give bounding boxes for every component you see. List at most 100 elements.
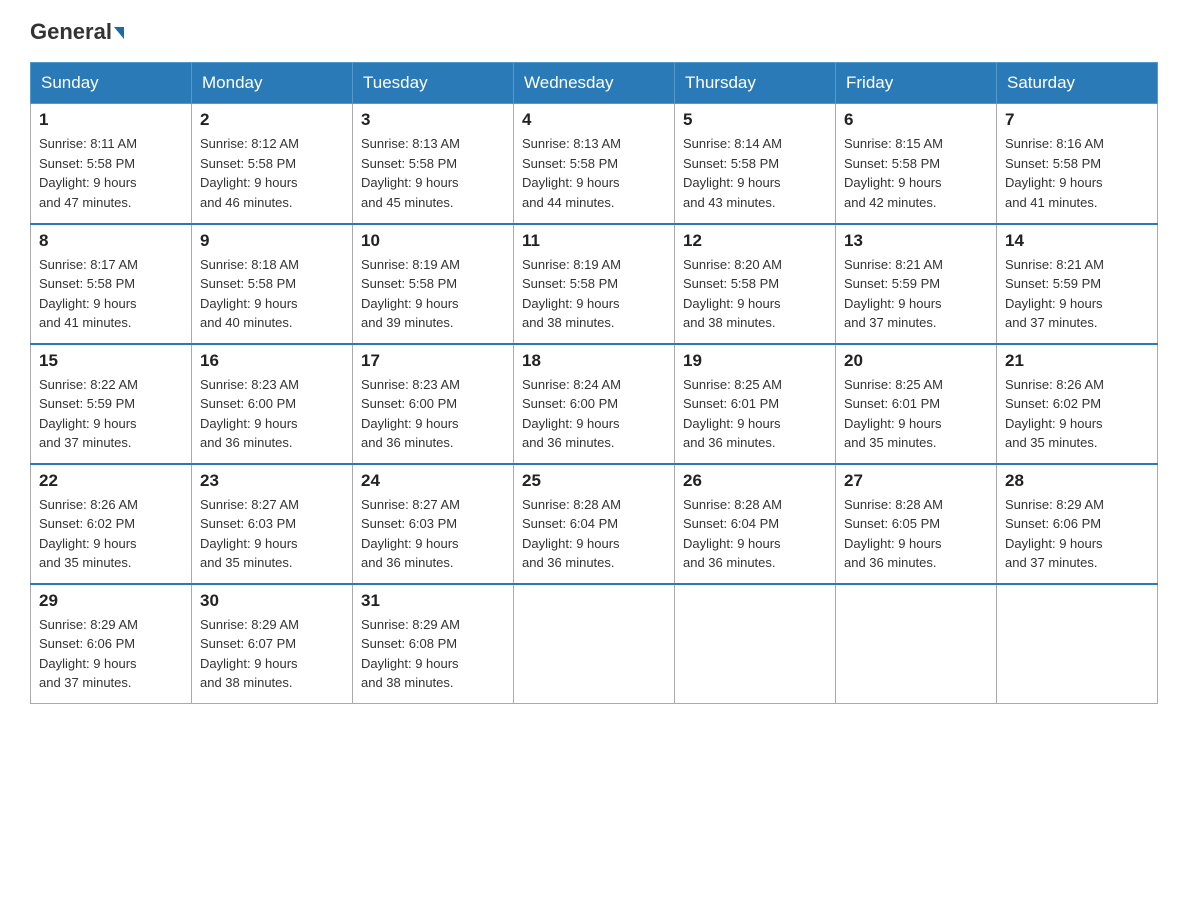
page-header: General	[30, 20, 1158, 44]
day-info: Sunrise: 8:23 AMSunset: 6:00 PMDaylight:…	[200, 375, 344, 453]
calendar-cell: 15 Sunrise: 8:22 AMSunset: 5:59 PMDaylig…	[31, 344, 192, 464]
day-info: Sunrise: 8:13 AMSunset: 5:58 PMDaylight:…	[361, 134, 505, 212]
calendar-header-wednesday: Wednesday	[514, 63, 675, 104]
day-number: 4	[522, 110, 666, 130]
calendar-cell: 16 Sunrise: 8:23 AMSunset: 6:00 PMDaylig…	[192, 344, 353, 464]
day-number: 27	[844, 471, 988, 491]
calendar-cell: 21 Sunrise: 8:26 AMSunset: 6:02 PMDaylig…	[997, 344, 1158, 464]
day-number: 17	[361, 351, 505, 371]
day-info: Sunrise: 8:12 AMSunset: 5:58 PMDaylight:…	[200, 134, 344, 212]
day-number: 6	[844, 110, 988, 130]
calendar-cell: 17 Sunrise: 8:23 AMSunset: 6:00 PMDaylig…	[353, 344, 514, 464]
calendar-cell: 22 Sunrise: 8:26 AMSunset: 6:02 PMDaylig…	[31, 464, 192, 584]
day-number: 23	[200, 471, 344, 491]
day-number: 2	[200, 110, 344, 130]
calendar-cell: 25 Sunrise: 8:28 AMSunset: 6:04 PMDaylig…	[514, 464, 675, 584]
day-number: 1	[39, 110, 183, 130]
calendar-week-row: 1 Sunrise: 8:11 AMSunset: 5:58 PMDayligh…	[31, 104, 1158, 224]
day-number: 25	[522, 471, 666, 491]
day-info: Sunrise: 8:26 AMSunset: 6:02 PMDaylight:…	[1005, 375, 1149, 453]
day-number: 18	[522, 351, 666, 371]
calendar-header-thursday: Thursday	[675, 63, 836, 104]
calendar-cell: 27 Sunrise: 8:28 AMSunset: 6:05 PMDaylig…	[836, 464, 997, 584]
day-info: Sunrise: 8:25 AMSunset: 6:01 PMDaylight:…	[683, 375, 827, 453]
day-info: Sunrise: 8:22 AMSunset: 5:59 PMDaylight:…	[39, 375, 183, 453]
day-number: 9	[200, 231, 344, 251]
calendar-cell: 5 Sunrise: 8:14 AMSunset: 5:58 PMDayligh…	[675, 104, 836, 224]
day-info: Sunrise: 8:13 AMSunset: 5:58 PMDaylight:…	[522, 134, 666, 212]
day-info: Sunrise: 8:20 AMSunset: 5:58 PMDaylight:…	[683, 255, 827, 333]
calendar-header-row: SundayMondayTuesdayWednesdayThursdayFrid…	[31, 63, 1158, 104]
calendar-cell: 2 Sunrise: 8:12 AMSunset: 5:58 PMDayligh…	[192, 104, 353, 224]
day-number: 21	[1005, 351, 1149, 371]
calendar-cell: 12 Sunrise: 8:20 AMSunset: 5:58 PMDaylig…	[675, 224, 836, 344]
calendar-cell	[836, 584, 997, 704]
calendar-cell	[675, 584, 836, 704]
calendar-cell	[997, 584, 1158, 704]
day-info: Sunrise: 8:27 AMSunset: 6:03 PMDaylight:…	[200, 495, 344, 573]
day-info: Sunrise: 8:29 AMSunset: 6:07 PMDaylight:…	[200, 615, 344, 693]
calendar-cell: 19 Sunrise: 8:25 AMSunset: 6:01 PMDaylig…	[675, 344, 836, 464]
calendar-cell: 10 Sunrise: 8:19 AMSunset: 5:58 PMDaylig…	[353, 224, 514, 344]
calendar-cell: 3 Sunrise: 8:13 AMSunset: 5:58 PMDayligh…	[353, 104, 514, 224]
logo: General	[30, 20, 124, 44]
day-number: 10	[361, 231, 505, 251]
calendar-cell: 6 Sunrise: 8:15 AMSunset: 5:58 PMDayligh…	[836, 104, 997, 224]
calendar-cell: 1 Sunrise: 8:11 AMSunset: 5:58 PMDayligh…	[31, 104, 192, 224]
calendar-cell: 7 Sunrise: 8:16 AMSunset: 5:58 PMDayligh…	[997, 104, 1158, 224]
day-number: 22	[39, 471, 183, 491]
calendar-cell: 26 Sunrise: 8:28 AMSunset: 6:04 PMDaylig…	[675, 464, 836, 584]
day-number: 26	[683, 471, 827, 491]
calendar-header-saturday: Saturday	[997, 63, 1158, 104]
day-info: Sunrise: 8:25 AMSunset: 6:01 PMDaylight:…	[844, 375, 988, 453]
day-number: 16	[200, 351, 344, 371]
day-info: Sunrise: 8:29 AMSunset: 6:06 PMDaylight:…	[1005, 495, 1149, 573]
logo-triangle-icon	[114, 27, 124, 39]
calendar-cell: 29 Sunrise: 8:29 AMSunset: 6:06 PMDaylig…	[31, 584, 192, 704]
day-number: 12	[683, 231, 827, 251]
day-info: Sunrise: 8:29 AMSunset: 6:08 PMDaylight:…	[361, 615, 505, 693]
calendar-table: SundayMondayTuesdayWednesdayThursdayFrid…	[30, 62, 1158, 704]
day-number: 8	[39, 231, 183, 251]
day-info: Sunrise: 8:16 AMSunset: 5:58 PMDaylight:…	[1005, 134, 1149, 212]
day-info: Sunrise: 8:19 AMSunset: 5:58 PMDaylight:…	[522, 255, 666, 333]
day-info: Sunrise: 8:21 AMSunset: 5:59 PMDaylight:…	[844, 255, 988, 333]
day-info: Sunrise: 8:28 AMSunset: 6:04 PMDaylight:…	[522, 495, 666, 573]
day-info: Sunrise: 8:14 AMSunset: 5:58 PMDaylight:…	[683, 134, 827, 212]
calendar-header-friday: Friday	[836, 63, 997, 104]
day-info: Sunrise: 8:23 AMSunset: 6:00 PMDaylight:…	[361, 375, 505, 453]
calendar-week-row: 22 Sunrise: 8:26 AMSunset: 6:02 PMDaylig…	[31, 464, 1158, 584]
calendar-header-tuesday: Tuesday	[353, 63, 514, 104]
calendar-header-monday: Monday	[192, 63, 353, 104]
calendar-cell: 9 Sunrise: 8:18 AMSunset: 5:58 PMDayligh…	[192, 224, 353, 344]
calendar-cell: 24 Sunrise: 8:27 AMSunset: 6:03 PMDaylig…	[353, 464, 514, 584]
calendar-cell: 8 Sunrise: 8:17 AMSunset: 5:58 PMDayligh…	[31, 224, 192, 344]
day-info: Sunrise: 8:24 AMSunset: 6:00 PMDaylight:…	[522, 375, 666, 453]
day-number: 14	[1005, 231, 1149, 251]
calendar-cell: 23 Sunrise: 8:27 AMSunset: 6:03 PMDaylig…	[192, 464, 353, 584]
day-info: Sunrise: 8:18 AMSunset: 5:58 PMDaylight:…	[200, 255, 344, 333]
day-number: 13	[844, 231, 988, 251]
calendar-cell: 18 Sunrise: 8:24 AMSunset: 6:00 PMDaylig…	[514, 344, 675, 464]
day-number: 3	[361, 110, 505, 130]
day-info: Sunrise: 8:19 AMSunset: 5:58 PMDaylight:…	[361, 255, 505, 333]
day-number: 20	[844, 351, 988, 371]
day-number: 24	[361, 471, 505, 491]
day-number: 5	[683, 110, 827, 130]
calendar-cell: 4 Sunrise: 8:13 AMSunset: 5:58 PMDayligh…	[514, 104, 675, 224]
day-info: Sunrise: 8:28 AMSunset: 6:05 PMDaylight:…	[844, 495, 988, 573]
calendar-week-row: 8 Sunrise: 8:17 AMSunset: 5:58 PMDayligh…	[31, 224, 1158, 344]
calendar-cell: 28 Sunrise: 8:29 AMSunset: 6:06 PMDaylig…	[997, 464, 1158, 584]
day-info: Sunrise: 8:28 AMSunset: 6:04 PMDaylight:…	[683, 495, 827, 573]
calendar-week-row: 29 Sunrise: 8:29 AMSunset: 6:06 PMDaylig…	[31, 584, 1158, 704]
logo-text: General	[30, 20, 124, 44]
day-info: Sunrise: 8:11 AMSunset: 5:58 PMDaylight:…	[39, 134, 183, 212]
day-number: 30	[200, 591, 344, 611]
day-number: 29	[39, 591, 183, 611]
calendar-cell	[514, 584, 675, 704]
calendar-cell: 30 Sunrise: 8:29 AMSunset: 6:07 PMDaylig…	[192, 584, 353, 704]
day-number: 19	[683, 351, 827, 371]
day-info: Sunrise: 8:15 AMSunset: 5:58 PMDaylight:…	[844, 134, 988, 212]
day-number: 7	[1005, 110, 1149, 130]
calendar-cell: 13 Sunrise: 8:21 AMSunset: 5:59 PMDaylig…	[836, 224, 997, 344]
